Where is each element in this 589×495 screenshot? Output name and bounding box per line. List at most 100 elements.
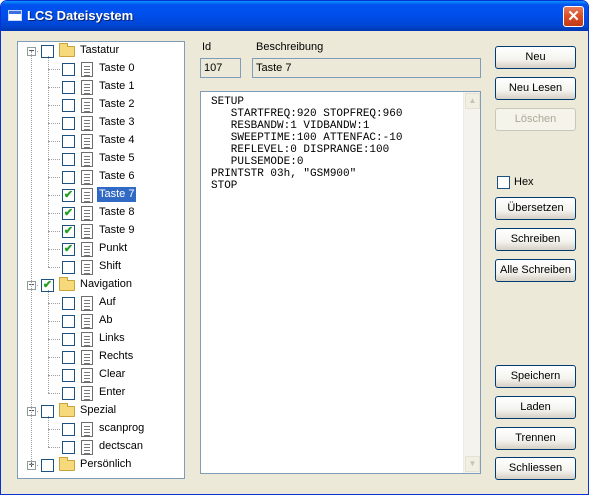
tree-checkbox[interactable]: ✔ (62, 207, 75, 220)
tree-checkbox[interactable] (62, 117, 75, 130)
tree-item-label[interactable]: Clear (97, 367, 127, 382)
description-label: Beschreibung (255, 41, 325, 53)
tree-connector (31, 51, 32, 465)
document-icon (81, 170, 93, 185)
tree-connector (48, 141, 60, 142)
close-button[interactable]: ✕ (563, 6, 584, 27)
tree-connector (48, 123, 60, 124)
tree-group-label[interactable]: Navigation (78, 277, 134, 292)
tree-item-label[interactable]: Auf (97, 295, 118, 310)
tree-group-label[interactable]: Spezial (78, 403, 118, 418)
tree-item-label[interactable]: Shift (97, 259, 123, 274)
tree-checkbox[interactable] (62, 261, 75, 274)
tree-connector (48, 159, 60, 160)
tree-checkbox[interactable] (41, 459, 54, 472)
translate-button[interactable]: Übersetzen (495, 197, 576, 220)
document-icon (81, 422, 93, 437)
tree-group-label[interactable]: Tastatur (78, 43, 121, 58)
document-icon (81, 368, 93, 383)
code-text[interactable]: SETUP STARTFREQ:920 STOPFREQ:960 RESBAND… (211, 96, 402, 192)
id-field: 107 (200, 58, 241, 78)
scroll-up-icon[interactable]: ▲ (465, 93, 480, 109)
window-title: LCS Dateisystem (27, 8, 134, 23)
app-icon (8, 10, 22, 21)
tree-checkbox[interactable] (62, 387, 75, 400)
code-editor[interactable]: SETUP STARTFREQ:920 STOPFREQ:960 RESBAND… (200, 91, 481, 474)
hex-checkbox[interactable] (497, 176, 510, 189)
tree-checkbox[interactable] (62, 171, 75, 184)
tree-item-label[interactable]: scanprog (97, 421, 146, 436)
tree-connector (48, 303, 60, 304)
title-bar[interactable]: LCS Dateisystem ✕ (1, 1, 588, 31)
tree-checkbox[interactable] (62, 135, 75, 148)
load-button[interactable]: Laden (495, 396, 576, 419)
tree-item-label[interactable]: Taste 9 (97, 223, 136, 238)
write-button[interactable]: Schreiben (495, 228, 576, 251)
tree-checkbox[interactable] (62, 99, 75, 112)
file-tree[interactable]: − Tastatur Taste 0 Taste 1 Taste 2 Taste 3 Tas… (17, 41, 185, 479)
tree-checkbox[interactable] (62, 441, 75, 454)
document-icon (81, 296, 93, 311)
tree-item-label[interactable]: Rechts (97, 349, 135, 364)
tree-checkbox[interactable] (62, 315, 75, 328)
folder-icon (59, 457, 75, 471)
tree-item-label[interactable]: Taste 3 (97, 115, 136, 130)
tree-connector (48, 267, 60, 268)
tree-checkbox[interactable] (62, 153, 75, 166)
dialog-window: LCS Dateisystem ✕ − Tastatur Taste 0 Taste … (0, 0, 589, 495)
document-icon (81, 62, 93, 77)
tree-checkbox[interactable] (62, 63, 75, 76)
document-icon (81, 98, 93, 113)
tree-item-label[interactable]: Taste 5 (97, 151, 136, 166)
tree-item-label[interactable]: Taste 7 (97, 187, 137, 202)
tree-item-label[interactable]: Ab (97, 313, 114, 328)
tree-item-label[interactable]: Taste 6 (97, 169, 136, 184)
tree-group-label[interactable]: Persönlich (78, 457, 133, 472)
write-all-button[interactable]: Alle Schreiben (495, 259, 576, 282)
tree-item-label[interactable]: dectscan (97, 439, 145, 454)
scroll-down-icon[interactable]: ▼ (465, 456, 480, 472)
tree-checkbox[interactable] (62, 81, 75, 94)
document-icon (81, 152, 93, 167)
save-button[interactable]: Speichern (495, 365, 576, 388)
document-icon (81, 332, 93, 347)
tree-checkbox[interactable]: ✔ (62, 189, 75, 202)
tree-item-label[interactable]: Taste 1 (97, 79, 136, 94)
tree-item-label[interactable]: Taste 2 (97, 97, 136, 112)
document-icon (81, 80, 93, 95)
tree-connector (48, 321, 60, 322)
folder-icon (59, 277, 75, 291)
tree-item-label[interactable]: Taste 8 (97, 205, 136, 220)
reload-button[interactable]: Neu Lesen (495, 77, 576, 100)
new-button[interactable]: Neu (495, 46, 576, 69)
tree-connector (48, 177, 60, 178)
tree-checkbox[interactable] (62, 351, 75, 364)
tree-connector (48, 447, 60, 448)
tree-connector (48, 393, 60, 394)
disconnect-button[interactable]: Trennen (495, 427, 576, 450)
close-dialog-button[interactable]: Schliessen (495, 457, 576, 480)
document-icon (81, 242, 93, 257)
tree-checkbox[interactable] (62, 333, 75, 346)
hex-label: Hex (514, 176, 534, 188)
tree-connector (48, 56, 49, 267)
tree-item-label[interactable]: Taste 4 (97, 133, 136, 148)
document-icon (81, 314, 93, 329)
tree-connector (48, 357, 60, 358)
tree-connector (48, 290, 49, 393)
tree-checkbox[interactable] (62, 369, 75, 382)
tree-item-label[interactable]: Taste 0 (97, 61, 136, 76)
folder-icon (59, 43, 75, 57)
tree-item-label[interactable]: Punkt (97, 241, 129, 256)
tree-connector (48, 69, 60, 70)
tree-connector (48, 195, 60, 196)
tree-checkbox[interactable] (62, 297, 75, 310)
tree-checkbox[interactable]: ✔ (62, 243, 75, 256)
document-icon (81, 116, 93, 131)
vertical-scrollbar[interactable]: ▲ ▼ (463, 92, 480, 473)
tree-item-label[interactable]: Enter (97, 385, 127, 400)
tree-checkbox[interactable] (62, 423, 75, 436)
document-icon (81, 206, 93, 221)
tree-item-label[interactable]: Links (97, 331, 127, 346)
tree-checkbox[interactable]: ✔ (62, 225, 75, 238)
